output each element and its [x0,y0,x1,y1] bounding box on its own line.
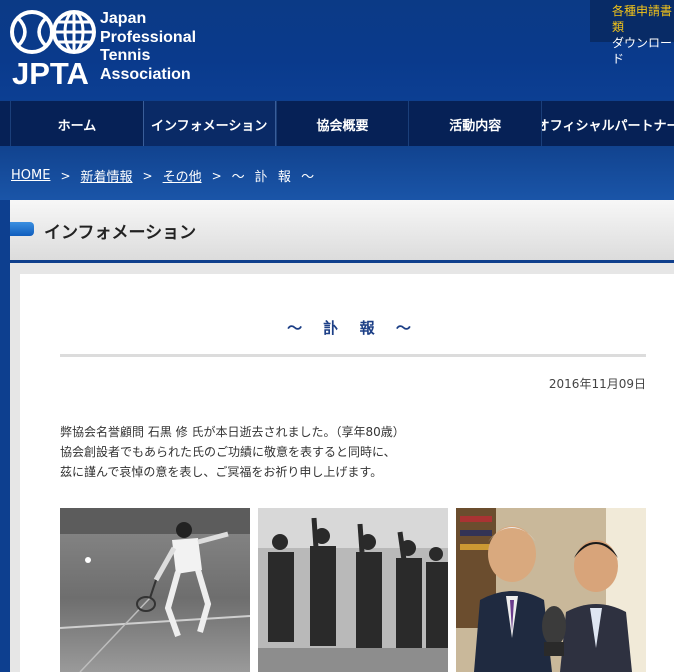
breadcrumb-home-link[interactable]: HOME [11,168,50,183]
article-body: 弊協会名誉顧問 石黒 修 氏が本日逝去されました。（享年80歳） 協会創設者でも… [60,422,646,482]
logo-name-line: Professional [100,28,197,46]
photo-image [60,508,250,672]
heading-marker-icon [10,222,34,236]
photo-group-waving[interactable] [258,508,448,672]
logo-organization-name: Japan Professional Tennis Association [100,10,196,84]
section-title: インフォメーション [44,223,197,243]
site-header: JPTA Japan Professional Tennis Associati… [0,0,674,100]
nav-item-home[interactable]: ホーム [10,101,143,147]
nav-item-about[interactable]: 協会概要 [275,101,409,147]
download-forms-button[interactable]: 各種申請書類 ダウンロード [590,0,674,66]
breadcrumb: HOME > 新着情報 > その他 > ～ 訃 報 ～ [11,166,317,185]
photo-image [258,508,448,672]
logo-name-line: Association [100,65,191,83]
breadcrumb-current: ～ 訃 報 ～ [231,170,318,185]
logo-name-line: Tennis [100,47,151,64]
article-paragraph-line: 弊協会名誉顧問 石黒 修 氏が本日逝去されました。（享年80歳） [60,425,405,439]
photo-gallery [60,508,646,672]
photo-tennis-player[interactable] [60,508,250,672]
chevron-right-icon: > [60,168,71,183]
article-panel: ～ 訃 報 ～ 2016年11月09日 弊協会名誉顧問 石黒 修 氏が本日逝去さ… [20,274,674,672]
photo-image [456,508,646,672]
article-title: ～ 訃 報 ～ [287,319,419,337]
section-heading: インフォメーション [10,200,674,263]
nav-item-partners[interactable]: オフィシャルパートナー [541,101,674,147]
title-divider [60,354,646,357]
chevron-right-icon: > [142,168,153,183]
breadcrumb-news-link[interactable]: 新着情報 [81,166,133,185]
article-date: 2016年11月09日 [548,377,646,391]
jpta-logo[interactable]: JPTA Japan Professional Tennis Associati… [10,8,210,94]
main-navigation: ホーム インフォメーション 協会概要 活動内容 オフィシャルパートナー [0,100,674,147]
download-label: ダウンロード [612,36,673,66]
article-paragraph-line: 協会創設者でもあられた氏のご功績に敬意を表すると同時に、 [60,445,396,459]
download-forms-label: 各種申請書類 [612,4,673,34]
logo-name-line: Japan [100,10,147,27]
tennis-ball-globe-icon [10,10,96,54]
photo-two-men-trophy[interactable] [456,508,646,672]
breadcrumb-other-link[interactable]: その他 [163,166,202,185]
chevron-right-icon: > [211,168,222,183]
nav-item-activities[interactable]: 活動内容 [408,101,542,147]
nav-item-information[interactable]: インフォメーション [142,101,276,147]
article-paragraph-line: 茲に謹んで哀悼の意を表し、ご冥福をお祈り申し上げます。 [60,465,383,479]
logo-abbreviation: JPTA [12,56,89,91]
